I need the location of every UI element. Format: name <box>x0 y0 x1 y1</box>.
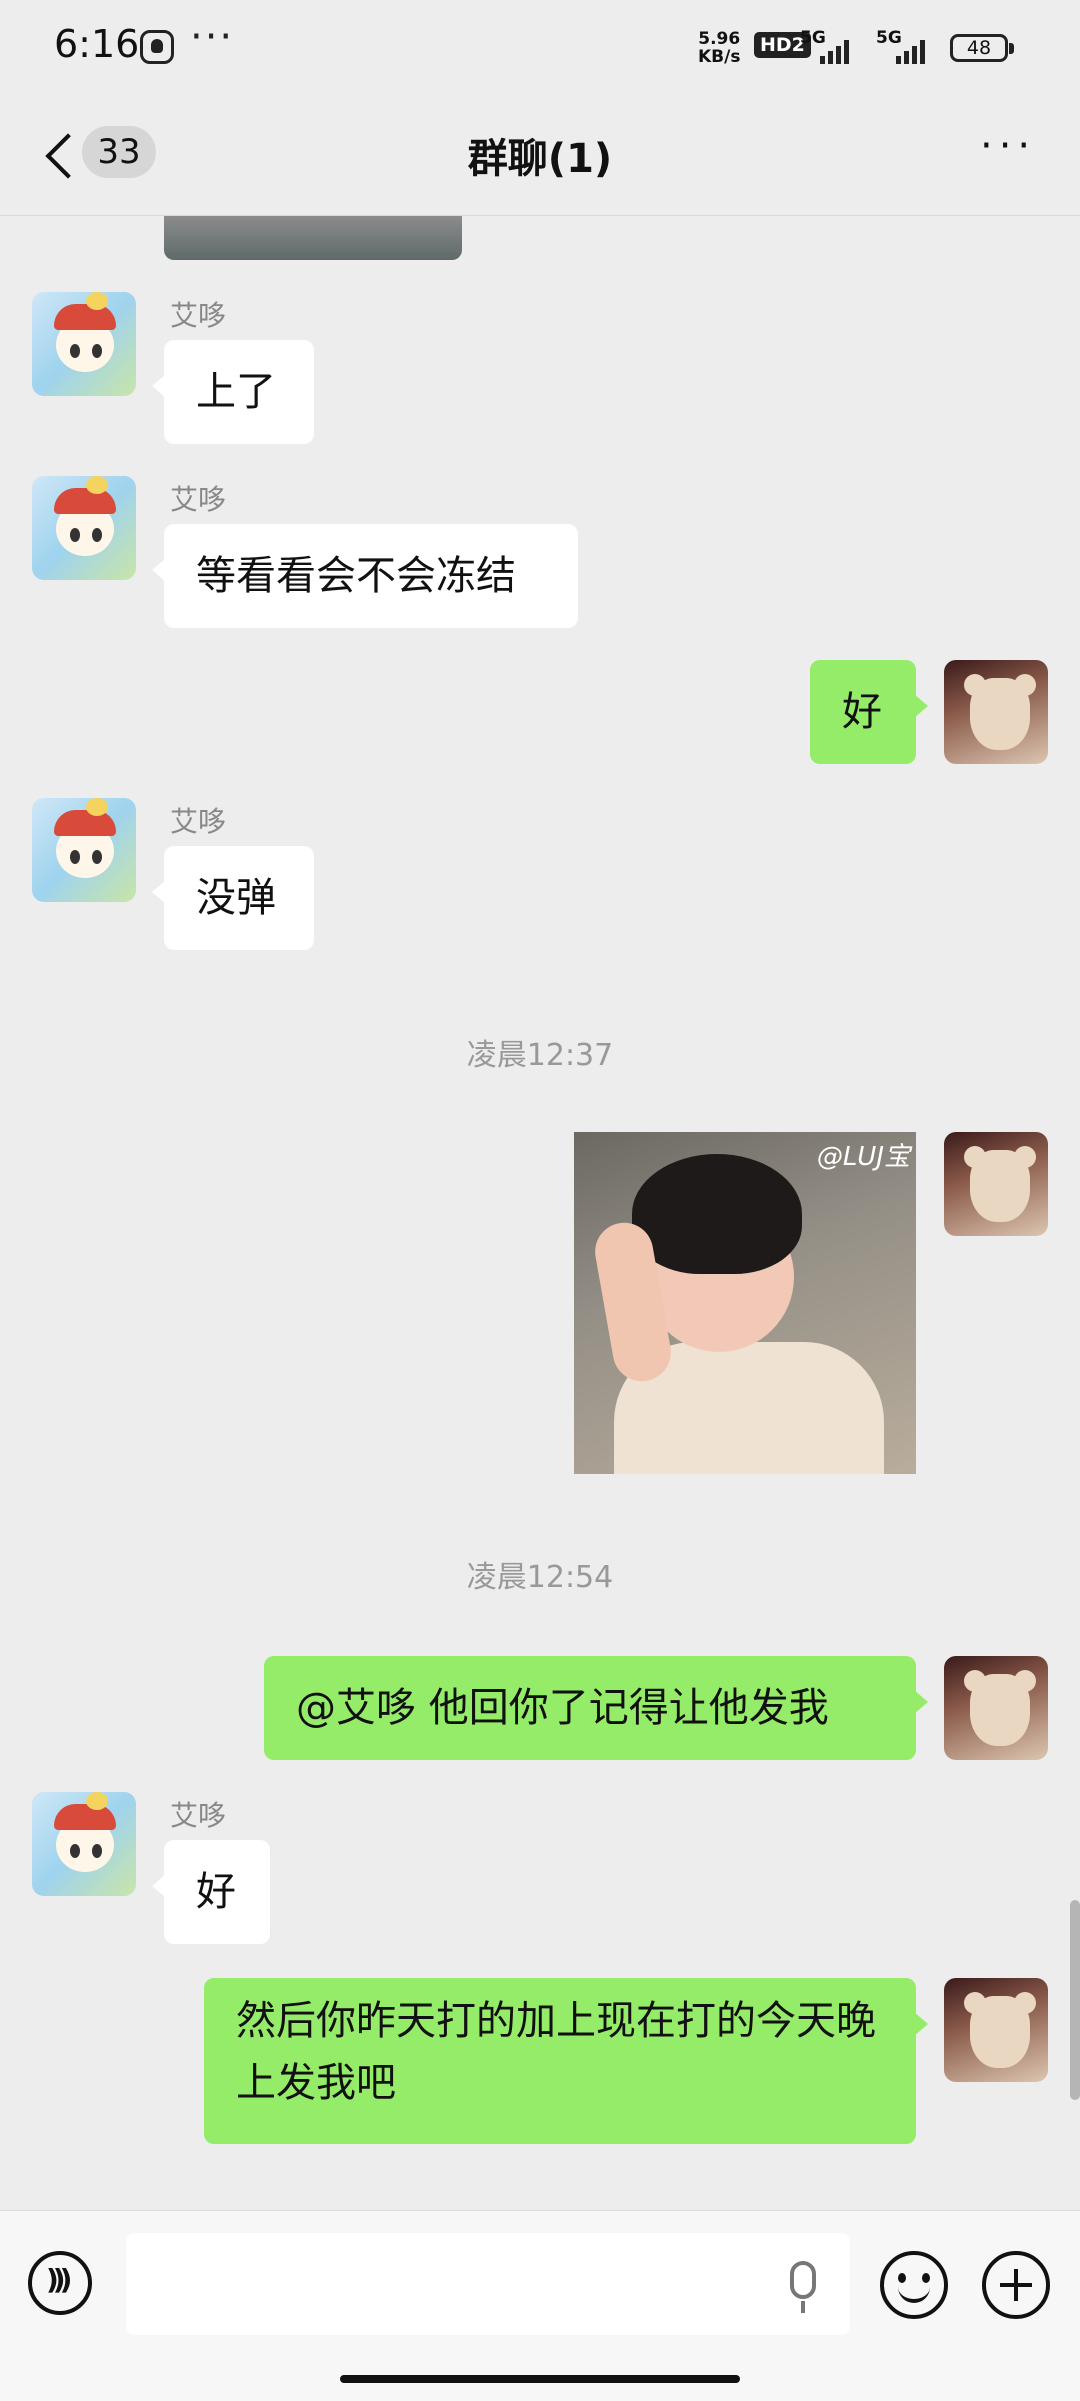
voice-icon[interactable] <box>28 2251 92 2315</box>
network-speed-unit: KB/s <box>698 47 741 67</box>
sim1-network-label: 5G <box>800 28 826 48</box>
sim2-network-label: 5G <box>876 28 902 48</box>
more-notifications-icon: ··· <box>190 14 235 60</box>
sender-name: 艾哆 <box>170 1799 227 1832</box>
avatar-self[interactable] <box>944 1656 1048 1760</box>
previous-image-message[interactable] <box>164 216 462 260</box>
avatar-aiduo[interactable] <box>32 292 136 396</box>
microphone-icon[interactable] <box>790 2261 816 2313</box>
incoming-message-bubble[interactable]: 等看看会不会冻结 <box>152 524 578 628</box>
incoming-message-bubble[interactable]: 上了 <box>152 340 314 444</box>
incoming-message-bubble[interactable]: 没弹 <box>152 846 314 950</box>
emoji-icon[interactable] <box>880 2251 948 2319</box>
status-bar: 6:16 ··· 5.96 KB/s HD2 5G 5G 48 <box>0 0 1080 100</box>
avatar-self[interactable] <box>944 1132 1048 1236</box>
message-timestamp: 凌晨12:54 <box>466 1560 614 1595</box>
message-input[interactable] <box>126 2233 850 2335</box>
avatar-self[interactable] <box>944 660 1048 764</box>
avatar-aiduo[interactable] <box>32 1792 136 1896</box>
signal-icon-sim2: 5G <box>876 28 956 68</box>
incoming-message-bubble[interactable]: 好 <box>152 1840 270 1944</box>
message-list[interactable]: 艾哆 上了 艾哆 等看看会不会冻结 好 艾哆 没弹 凌晨12:37 @LUJ宝 … <box>0 216 1080 2210</box>
sender-name: 艾哆 <box>170 805 227 838</box>
avatar-aiduo[interactable] <box>32 798 136 902</box>
home-indicator[interactable] <box>340 2375 740 2383</box>
input-bar <box>0 2210 1080 2401</box>
outgoing-image-message[interactable]: @LUJ宝 <box>574 1132 916 1474</box>
outgoing-message-bubble[interactable]: 然后你昨天打的加上现在打的今天晚上发我吧 <box>204 1978 928 2144</box>
chat-title: 群聊(1) <box>467 136 613 182</box>
sender-name: 艾哆 <box>170 483 227 516</box>
sender-name: 艾哆 <box>170 299 227 332</box>
network-speed-value: 5.96 <box>698 29 741 49</box>
status-time: 6:16 <box>54 22 140 66</box>
qq-notification-icon <box>140 30 174 64</box>
outgoing-message-bubble[interactable]: @艾哆 他回你了记得让他发我 <box>264 1656 928 1760</box>
message-timestamp: 凌晨12:37 <box>466 1038 614 1073</box>
more-options-icon[interactable]: ··· <box>980 126 1036 172</box>
chat-header: 33 群聊(1) ··· <box>0 100 1080 216</box>
network-speed: 5.96 KB/s <box>698 30 740 66</box>
avatar-self[interactable] <box>944 1978 1048 2082</box>
signal-icon-sim1: 5G <box>800 28 880 68</box>
battery-icon: 48 <box>950 34 1014 62</box>
chat-scrollbar[interactable] <box>1070 1900 1080 2100</box>
image-watermark: @LUJ宝 <box>816 1142 910 1172</box>
outgoing-message-bubble[interactable]: 好 <box>810 660 928 764</box>
avatar-aiduo[interactable] <box>32 476 136 580</box>
plus-icon[interactable] <box>982 2251 1050 2319</box>
